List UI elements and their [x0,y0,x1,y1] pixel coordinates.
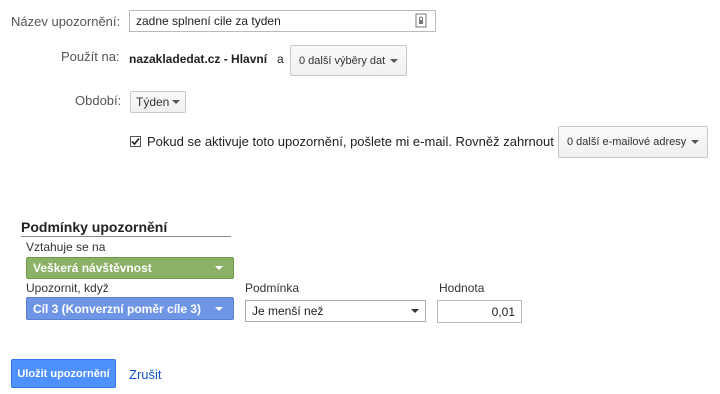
views-dropdown-label: 0 další výběry dat [299,54,386,67]
document-lock-icon[interactable] [415,13,427,28]
metric-dropdown[interactable]: Cíl 3 (Konverzní poměr cíle 3) [26,297,234,320]
cancel-link[interactable]: Zrušit [129,367,162,382]
applies-to-label: Vztahuje se na [26,240,106,254]
save-button[interactable]: Uložit upozornění [11,359,116,388]
other-emails-dropdown[interactable]: 0 další e-mailové adresy [558,126,708,158]
chevron-down-icon [215,266,223,270]
alert-name-input[interactable] [129,10,436,32]
chevron-down-icon [172,100,180,104]
chevron-down-icon [215,306,223,311]
segment-dropdown[interactable]: Veškerá návštěvnost [26,257,234,279]
property-name: nazakladedat.cz - Hlavní [129,52,268,66]
conditions-divider [21,236,231,237]
email-option-text: Pokud se aktivuje toto upozornění, pošle… [147,134,554,149]
alert-name-label: Název upozornění: [11,14,121,29]
value-label: Hodnota [439,281,485,295]
period-dropdown-label: Týden [136,95,170,109]
period-label: Období: [75,93,122,108]
segment-dropdown-label: Veškerá návštěvnost [33,261,152,275]
checkmark-icon [131,137,140,146]
chevron-down-icon [411,309,419,313]
chevron-down-icon [390,58,398,63]
email-checkbox[interactable] [130,136,141,147]
period-dropdown[interactable]: Týden [130,91,186,113]
chevron-down-icon [691,140,699,144]
apply-to-conjunction: a [277,52,284,66]
apply-to-label: Použít na: [61,49,120,64]
metric-dropdown-label: Cíl 3 (Konverzní poměr cíle 3) [33,301,202,316]
condition-label: Podmínka [245,281,300,295]
conditions-heading: Podmínky upozornění [21,219,168,235]
value-input[interactable] [437,300,522,323]
alert-when-label: Upozornit, když [26,281,109,295]
condition-select-label: Je menší než [252,304,324,318]
views-dropdown[interactable]: 0 další výběry dat [290,45,407,76]
other-emails-dropdown-label: 0 další e-mailové adresy [567,136,687,148]
condition-select[interactable]: Je menší než [245,300,426,322]
